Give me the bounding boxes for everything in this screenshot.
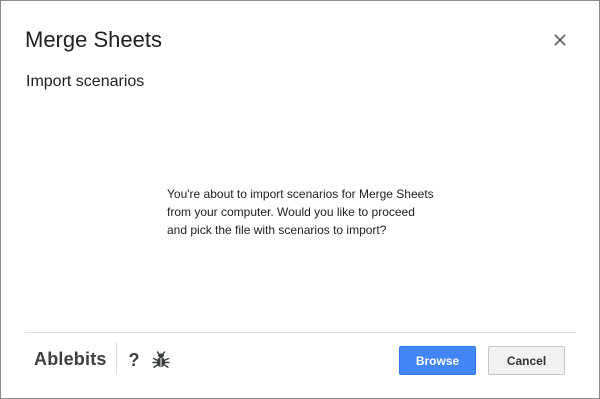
merge-sheets-dialog: Merge Sheets Import scenarios You're abo… <box>0 0 600 399</box>
footer-divider <box>25 332 576 333</box>
browse-button[interactable]: Browse <box>399 346 476 375</box>
report-bug-button[interactable] <box>151 350 171 370</box>
ablebits-logo: Ablebits <box>34 349 107 369</box>
message-line: and pick the file with scenarios to impo… <box>167 223 387 237</box>
close-icon <box>554 34 566 46</box>
dialog-title: Merge Sheets <box>25 27 162 52</box>
bug-icon <box>152 351 170 368</box>
footer-separator <box>116 342 117 374</box>
help-button[interactable]: ? <box>125 349 143 371</box>
message-line: You're about to import scenarios for Mer… <box>167 187 434 201</box>
dialog-subtitle: Import scenarios <box>26 73 145 90</box>
cancel-button[interactable]: Cancel <box>488 346 565 375</box>
import-message: You're about to import scenarios for Mer… <box>167 185 457 239</box>
message-line: from your computer. Would you like to pr… <box>167 205 415 219</box>
close-button[interactable] <box>547 27 573 53</box>
